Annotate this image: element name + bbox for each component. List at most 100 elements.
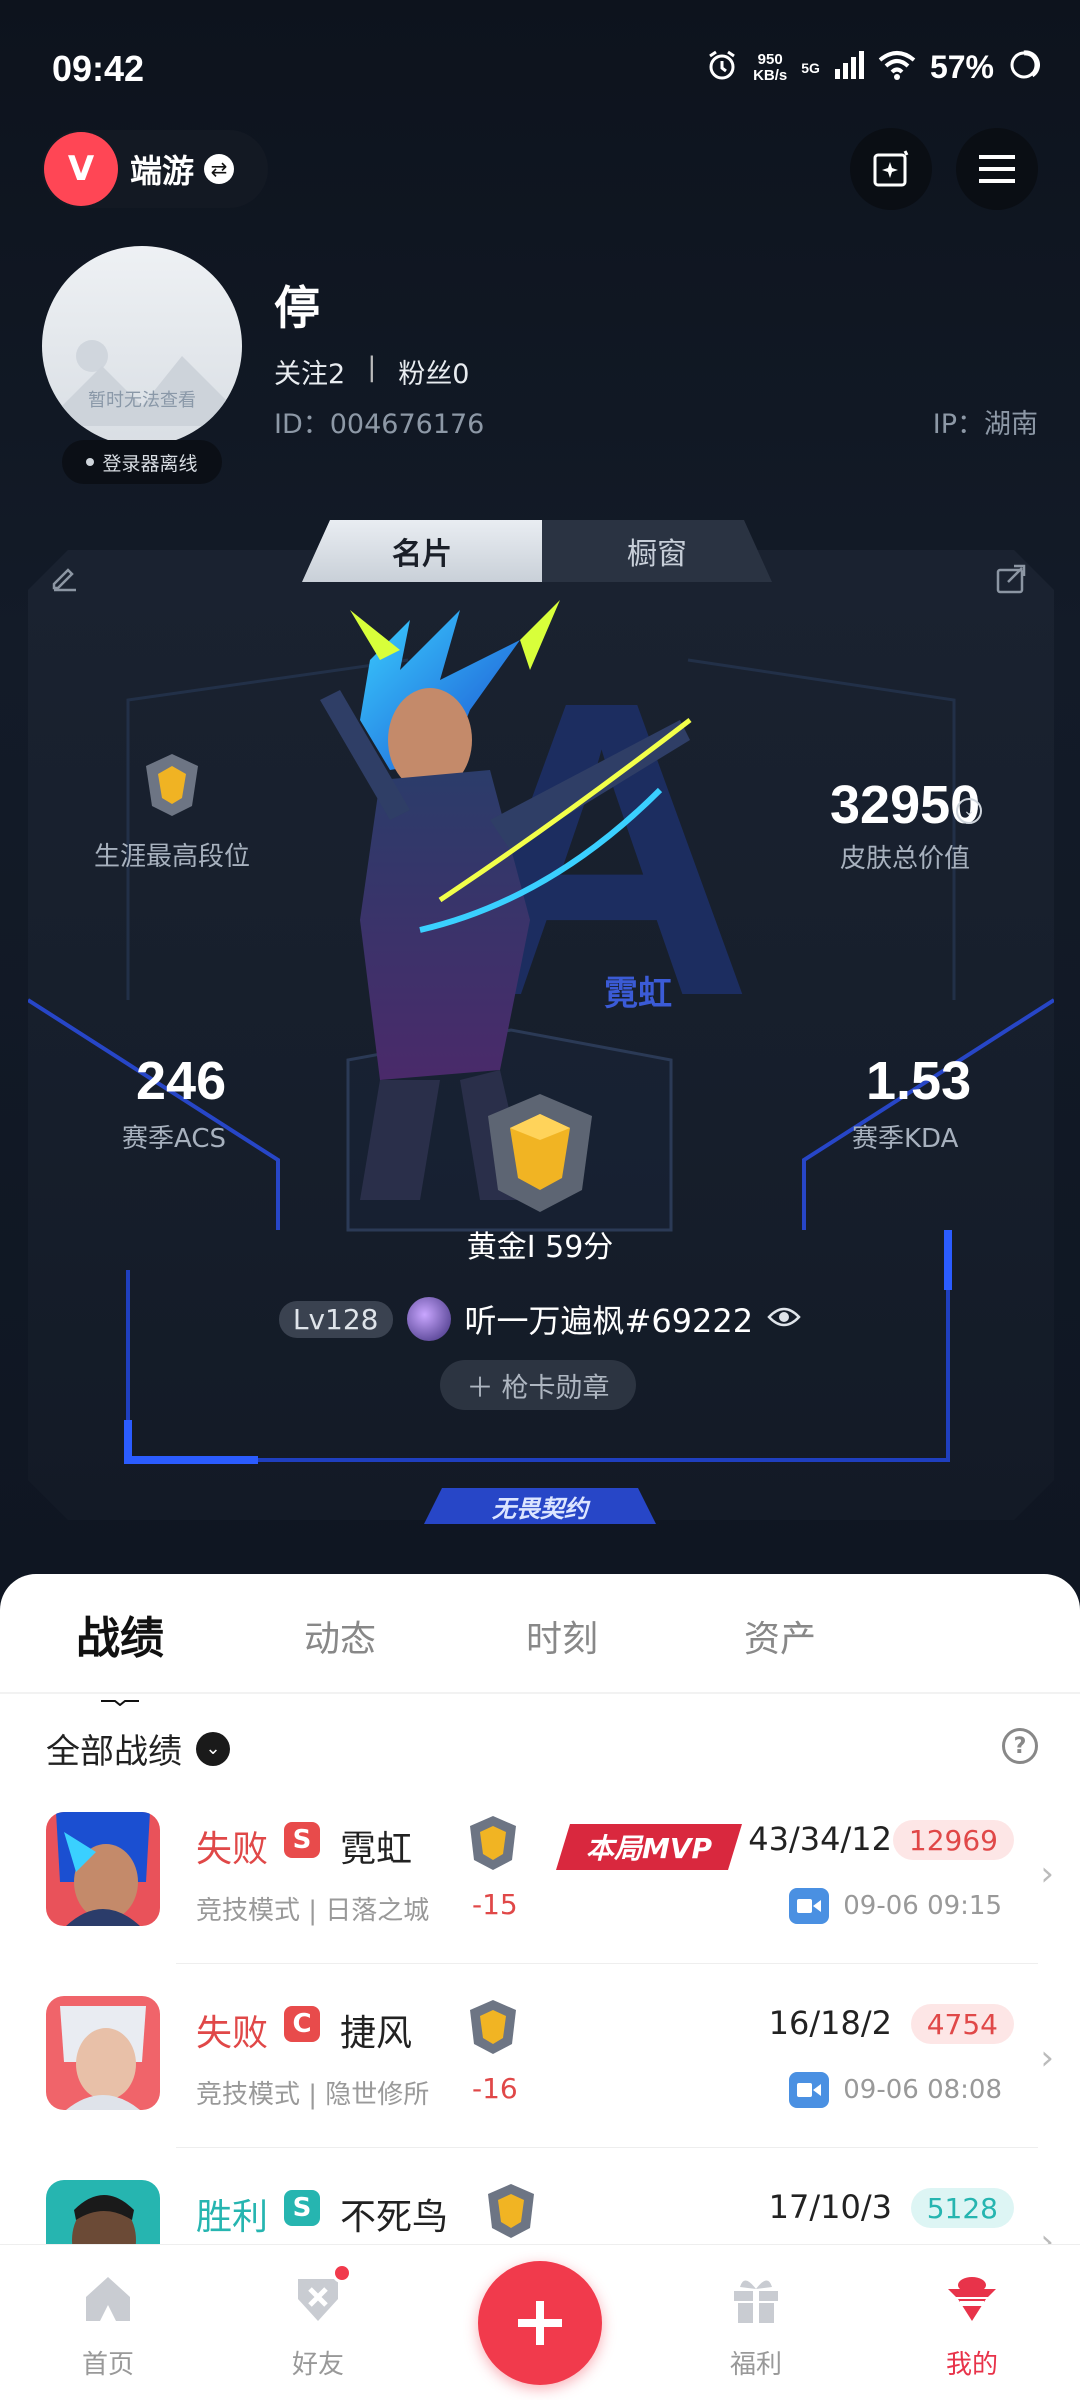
valorant-logo-icon: V [44, 132, 118, 206]
profile-agent-icon [948, 2277, 996, 2321]
match-score: 4754 [910, 2004, 1014, 2044]
tab-assets[interactable]: 资产 [744, 1610, 816, 1662]
alarm-icon [705, 48, 739, 87]
acs-value: 246 [136, 1051, 227, 1111]
career-rank-icon [146, 754, 198, 816]
match-rating-badge: S [284, 2190, 320, 2226]
following[interactable]: 关注2 [274, 352, 345, 391]
match-rank-icon [488, 2184, 534, 2238]
records-tabs: 战绩 动态 时刻 资产 [0, 1602, 1080, 1706]
gift-icon [734, 2280, 778, 2323]
match-result: 失败 [196, 1829, 269, 1870]
match-row[interactable]: 失败 C 捷风 竞技模式 | 隐世修所 -16 16/18/2 4754 09-… [0, 1968, 1080, 2148]
records-filter[interactable]: 全部战绩 ⌄ [46, 1724, 230, 1773]
wifi-icon [878, 50, 916, 85]
net-speed: 950 KB/s [753, 50, 788, 84]
user-id: ID：004676176 [274, 409, 485, 440]
help-icon[interactable]: ? [1002, 1728, 1038, 1764]
match-rating-badge: S [284, 1822, 320, 1858]
match-mode: 竞技模式 | 日落之城 [196, 1896, 430, 1926]
kda-label: 赛季KDA [852, 1124, 959, 1154]
avatar[interactable]: 暂时无法查看 [42, 246, 242, 446]
match-result: 胜利 [196, 2197, 269, 2238]
tab-activity[interactable]: 动态 [304, 1610, 376, 1662]
battery-icon [1008, 49, 1040, 86]
rank-delta: -16 [472, 2072, 518, 2105]
agent-portrait [46, 1812, 160, 1926]
match-agent: 不死鸟 [340, 2197, 449, 2238]
eye-icon[interactable] [767, 1305, 801, 1333]
match-rank-icon [470, 2000, 516, 2054]
match-score: 12969 [892, 1820, 1014, 1860]
active-tab-indicator [101, 1700, 139, 1706]
avatar-placeholder-text: 暂时无法查看 [88, 390, 196, 411]
match-rating-badge: C [284, 2006, 320, 2042]
player-card-avatar [406, 1297, 451, 1341]
plus-icon [518, 2301, 562, 2345]
card-tabs: 名片 橱窗 [302, 520, 772, 582]
nav-friends[interactable]: 好友 [258, 2263, 378, 2381]
bottom-nav: 首页 好友 福利 我的 [0, 2244, 1080, 2400]
launcher-status: 登录器离线 [62, 440, 222, 484]
mvp-badge: 本局MVP [556, 1824, 742, 1870]
nav-me[interactable]: 我的 [912, 2269, 1032, 2381]
tab-records[interactable]: 战绩 [76, 1602, 164, 1666]
career-rank-label: 生涯最高段位 [94, 842, 251, 872]
match-rank-icon [470, 1816, 516, 1870]
match-agent: 霓虹 [340, 1829, 413, 1870]
match-time: 09-06 08:08 [789, 2072, 1002, 2108]
nav-welfare[interactable]: 福利 [696, 2269, 816, 2381]
nav-home[interactable]: 首页 [48, 2269, 168, 2381]
agent-portrait [46, 1996, 160, 2110]
chevron-right-icon: › [1040, 1854, 1054, 1894]
match-kda: 16/18/2 [768, 2004, 892, 2042]
menu-button[interactable] [956, 128, 1038, 210]
match-row[interactable]: 失败 S 霓虹 竞技模式 | 日落之城 -15 本局MVP 43/34/12 1… [0, 1784, 1080, 1964]
agent-name: 霓虹 [604, 974, 672, 1014]
match-result: 失败 [196, 2013, 269, 2054]
match-time: 09-06 09:15 [789, 1888, 1002, 1924]
status-bar: 09:42 950 KB/s 5G 57% [0, 0, 1080, 130]
level-badge: Lv128 [278, 1300, 393, 1338]
home-icon [86, 2277, 130, 2321]
chevron-down-icon[interactable]: ⌄ [956, 798, 982, 824]
user-name: 停 [274, 281, 320, 335]
switch-icon: ⇄ [204, 154, 235, 184]
medal-button[interactable]: ＋枪卡勋章 [440, 1360, 636, 1410]
edit-card-button[interactable] [850, 128, 932, 210]
notification-dot [332, 2263, 352, 2283]
video-icon [789, 2072, 830, 2108]
signal-icon [834, 51, 864, 84]
match-kda: 43/34/12 [748, 1820, 892, 1858]
tab-showcase[interactable]: 橱窗 [542, 520, 772, 582]
tab-card[interactable]: 名片 [302, 520, 542, 582]
brand-label: 端游 [130, 152, 195, 190]
card-sparkle-icon [873, 150, 909, 187]
status-time: 09:42 [52, 48, 145, 89]
edit-pencil-icon[interactable] [50, 562, 80, 600]
current-rank-icon [488, 1094, 592, 1212]
ip-location: IP：湖南 [932, 409, 1038, 440]
skin-value-label: 皮肤总价值 [840, 844, 971, 874]
follow-stats: 关注2 | 粉丝0 [274, 352, 470, 391]
match-agent: 捷风 [340, 2013, 413, 2054]
kda-value: 1.53 [866, 1051, 972, 1111]
rank-delta: -15 [472, 1888, 518, 1921]
player-name: 听一万遍枫#69222 [464, 1302, 754, 1340]
player-id-row: Lv128 听一万遍枫#69222 [0, 1296, 1080, 1342]
current-rank-text: 黄金I 59分 [466, 1230, 614, 1265]
add-button[interactable] [478, 2261, 602, 2385]
network-type: 5G [801, 59, 820, 76]
battery-level: 57% [929, 49, 994, 85]
game-switch-pill[interactable]: V 端游 ⇄ [42, 130, 268, 208]
contract-label: 无畏契约 [424, 1488, 656, 1524]
video-icon [789, 1888, 830, 1924]
tab-moments[interactable]: 时刻 [526, 1610, 598, 1662]
acs-label: 赛季ACS [122, 1124, 226, 1154]
match-kda: 17/10/3 [768, 2188, 892, 2226]
profile-header-area: 09:42 950 KB/s 5G 57% V 端游 ⇄ 暂时无法查看 登录器离… [0, 0, 1080, 1600]
fans[interactable]: 粉丝0 [398, 352, 469, 391]
share-icon[interactable] [994, 562, 1028, 604]
hamburger-icon [979, 155, 1015, 183]
chevron-down-icon: ⌄ [196, 1731, 230, 1766]
